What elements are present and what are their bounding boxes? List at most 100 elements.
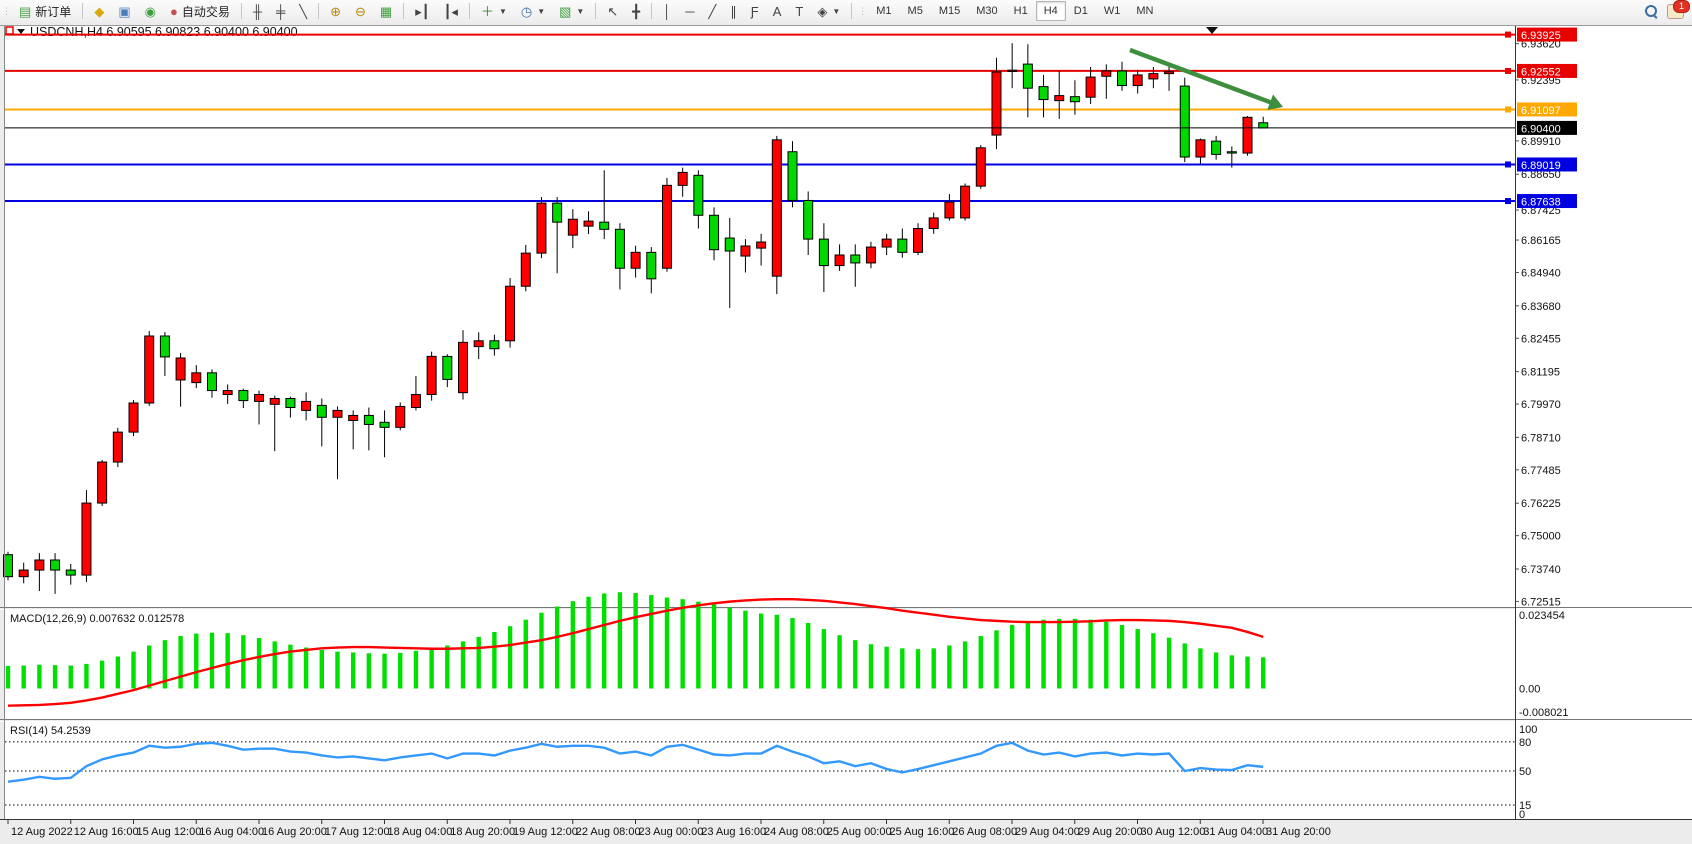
macd-histogram-bar [84, 664, 88, 689]
main-chart-area[interactable] [5, 26, 1515, 607]
zoom-out-button[interactable]: ⊖ [349, 1, 372, 22]
timeframe-m30-button[interactable]: M30 [968, 1, 1005, 21]
navigator-button[interactable]: ◉ [139, 1, 162, 22]
macd-histogram-bar [1214, 652, 1218, 688]
macd-histogram-bar [477, 637, 481, 689]
new-order-button[interactable]: ▤ 新订单 [13, 1, 77, 22]
channel-button[interactable]: ∥ [724, 1, 743, 22]
notification-icon[interactable]: 1 [1667, 4, 1684, 19]
macd-histogram-bar [790, 618, 794, 688]
price-axis[interactable] [1515, 26, 1692, 819]
market-watch-icon: ◆ [94, 5, 104, 18]
horizontal-line-button[interactable]: ─ [679, 1, 700, 22]
trendline-button[interactable]: ╱ [702, 1, 722, 22]
periods-icon: ◷ [521, 5, 532, 18]
macd-histogram-bar [225, 633, 229, 688]
zoom-in-button[interactable]: ⊕ [324, 1, 347, 22]
timeframe-h1-button[interactable]: H1 [1006, 1, 1036, 21]
macd-histogram-bar [586, 597, 590, 689]
macd-histogram-bar [398, 653, 402, 689]
indicators-button[interactable]: ＋▼ [475, 1, 513, 22]
search-icon[interactable] [1645, 5, 1657, 17]
channel-icon: ∥ [730, 5, 737, 18]
timeframe-mn-button[interactable]: MN [1128, 1, 1161, 21]
chevron-down-icon[interactable]: ▼ [576, 7, 584, 16]
macd-histogram-bar [1183, 643, 1187, 688]
macd-histogram-bar [696, 602, 700, 689]
chart-shift-button[interactable]: ┃◂ [438, 1, 464, 22]
macd-histogram-bar [837, 635, 841, 688]
macd-histogram-bar [414, 651, 418, 689]
macd-histogram-bar [1135, 629, 1139, 688]
data-window-button[interactable]: ▣ [112, 1, 136, 22]
indicators-icon: ＋ [481, 5, 494, 18]
crosshair-button[interactable]: ╋ [626, 1, 646, 22]
line-chart-icon: ╲ [299, 5, 307, 18]
arrows-button[interactable]: ◈▼ [811, 1, 846, 22]
toolbar-drag-handle: ⋮ [2, 6, 10, 17]
rsi-label: RSI(14) 54.2539 [10, 725, 91, 737]
candlestick-chart-button[interactable]: ╪ [270, 1, 291, 22]
macd-histogram-bar [69, 666, 73, 689]
tile-windows-button[interactable]: ▦ [374, 1, 398, 22]
macd-histogram-bar [257, 638, 261, 688]
macd-histogram-bar [6, 666, 10, 689]
toolbar-separator [241, 3, 242, 19]
macd-histogram-bar [743, 611, 747, 689]
macd-histogram-bar [853, 640, 857, 688]
templates-button[interactable]: ▧▼ [553, 1, 590, 22]
chevron-down-icon[interactable]: ▼ [499, 7, 507, 16]
chevron-down-icon[interactable]: ▼ [832, 7, 840, 16]
macd-histogram-bar [1041, 620, 1045, 689]
time-axis[interactable] [0, 819, 1692, 843]
chevron-down-icon[interactable]: ▼ [537, 7, 545, 16]
macd-histogram-bar [806, 623, 810, 689]
chart-window[interactable]: 6.936206.923956.899106.886506.874256.861… [0, 22, 1692, 844]
autotrading-button[interactable]: ●自动交易 [164, 1, 236, 22]
macd-histogram-bar [508, 626, 512, 688]
text-button[interactable]: A [767, 1, 788, 22]
macd-histogram-bar [241, 635, 245, 688]
macd-histogram-bar [367, 653, 371, 688]
bar-chart-button[interactable]: ╫ [247, 1, 268, 22]
auto-scroll-button[interactable]: ▸┃ [409, 1, 435, 22]
macd-histogram-bar [210, 633, 214, 689]
toolbar-separator [469, 3, 470, 19]
timeframe-w1-button[interactable]: W1 [1096, 1, 1129, 21]
timeframe-m15-button[interactable]: M15 [931, 1, 968, 21]
fibonacci-button[interactable]: Ƒ [745, 1, 765, 22]
new-order-button-label: 新订单 [35, 3, 71, 20]
toolbar-separator [851, 3, 852, 19]
macd-histogram-bar [633, 593, 637, 688]
macd-histogram-bar [602, 593, 606, 688]
mt4-window: ⋮▤新订单◆▣◉●自动交易╫╪╲⊕⊖▦▸┃┃◂＋▼◷▼▧▼↖╋│─╱∥ƑAT◈▼… [0, 0, 1692, 844]
macd-histogram-bar [1261, 657, 1265, 688]
periods-button[interactable]: ◷▼ [515, 1, 551, 22]
macd-histogram-bar [1010, 625, 1014, 689]
cursor-button[interactable]: ↖ [601, 1, 624, 22]
fibonacci-icon: Ƒ [751, 5, 759, 18]
macd-histogram-bar [994, 630, 998, 688]
macd-histogram-bar [775, 615, 779, 689]
macd-histogram-bar [884, 647, 888, 689]
vertical-line-icon: │ [663, 5, 671, 18]
timeframe-d1-button[interactable]: D1 [1066, 1, 1096, 21]
timeframe-m1-button[interactable]: M1 [868, 1, 899, 21]
macd-histogram-bar [1073, 619, 1077, 689]
tile-windows-icon: ▦ [380, 5, 392, 18]
macd-histogram-bar [1104, 622, 1108, 689]
macd-histogram-bar [1026, 622, 1030, 689]
timeframe-h4-button[interactable]: H4 [1036, 1, 1066, 21]
macd-histogram-bar [680, 599, 684, 688]
vertical-line-button[interactable]: │ [657, 1, 677, 22]
text-label-button[interactable]: T [789, 1, 809, 22]
macd-histogram-bar [445, 645, 449, 688]
macd-histogram-bar [351, 652, 355, 688]
new-order-icon: ▤ [19, 5, 31, 18]
macd-histogram-bar [947, 645, 951, 688]
line-chart-button[interactable]: ╲ [293, 1, 313, 22]
zoom-out-icon: ⊖ [355, 5, 366, 18]
market-watch-button[interactable]: ◆ [88, 1, 110, 22]
timeframe-m5-button[interactable]: M5 [900, 1, 931, 21]
autotrading-button-label: 自动交易 [182, 3, 230, 20]
